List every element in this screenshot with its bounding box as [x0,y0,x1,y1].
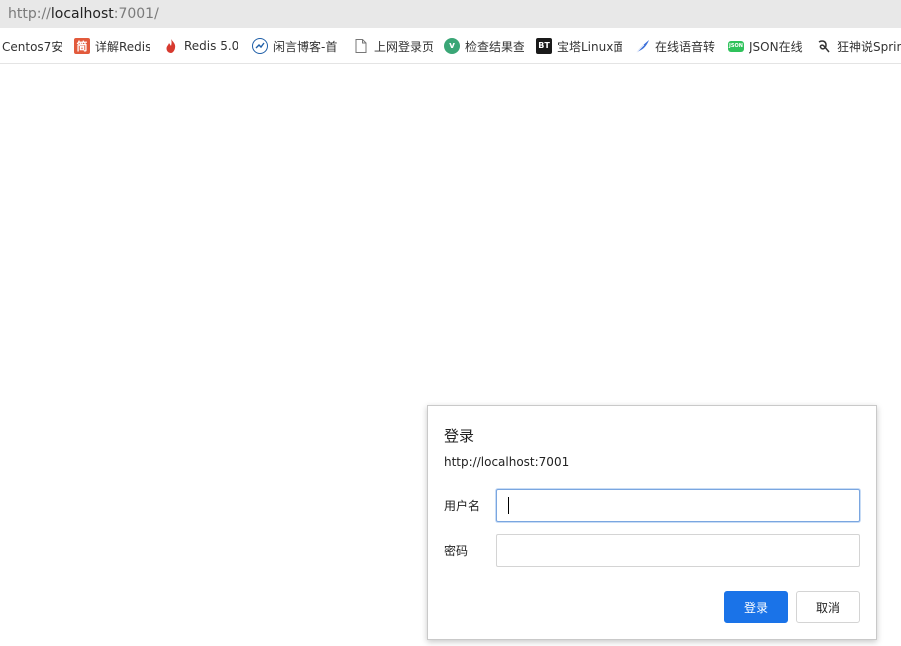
bookmark-json-online[interactable]: JSON JSON在线 [728,28,804,63]
bookmark-bt-linux[interactable]: BT 宝塔Linux面 [536,28,622,63]
login-button[interactable]: 登录 [724,591,788,623]
bookmark-label: Centos7安 [2,39,62,54]
bookmark-redis-detail[interactable]: 简 详解Redis [74,28,150,63]
jian-icon: 简 [74,38,90,54]
bookmark-label: 上网登录页 [374,39,433,54]
url-suffix: :7001/ [113,6,159,22]
bookmark-check-result[interactable]: v 检查结果查 [444,28,524,63]
dialog-origin-url: http://localhost:7001 [444,455,570,469]
bookmark-redis-5[interactable]: Redis 5.0 [163,28,238,63]
text-caret [508,497,509,514]
bookmark-label: JSON在线 [749,39,803,54]
password-input[interactable] [496,534,860,567]
url-host: localhost [50,6,114,22]
url-prefix: http:// [8,6,51,22]
username-input[interactable] [496,489,860,522]
dialog-title: 登录 [444,427,475,445]
bookmark-label: 检查结果查 [465,39,524,54]
kuang-icon [816,38,832,54]
login-dialog: 登录 http://localhost:7001 用户名 密码 登录 取消 [427,405,877,640]
v-icon: v [444,38,460,54]
bookmark-label: 在线语音转 [655,39,716,54]
bookmark-blog[interactable]: 闲言博客-首 [252,28,338,63]
bt-icon: BT [536,38,552,54]
bookmark-login-page[interactable]: 上网登录页 [353,28,433,63]
redis-flame-icon [163,38,179,54]
bookmark-label: Redis 5.0 [184,39,238,53]
bookmark-centos7[interactable]: Centos7安 [2,28,62,63]
json-icon: JSON [728,40,744,52]
blog-icon [252,38,268,54]
feather-icon [634,38,650,54]
username-label: 用户名 [444,499,481,513]
bookmark-label: 详解Redis [95,39,150,54]
bookmark-label: 宝塔Linux面 [557,39,622,54]
bookmark-voice-convert[interactable]: 在线语音转 [634,28,716,63]
bookmark-label: 闲言博客-首 [273,39,338,54]
bookmarks-bar: Centos7安 简 详解Redis Redis 5.0 闲言博客-首 上网登录… [0,28,901,64]
password-label: 密码 [444,544,469,558]
browser-viewport: http://localhost:7001/ Centos7安 简 详解Redi… [0,0,901,646]
cancel-button[interactable]: 取消 [796,591,860,623]
page-icon [353,38,369,54]
address-url[interactable]: http://localhost:7001/ [8,6,159,22]
bookmark-kuangshen-spring[interactable]: 狂神说Sprin [816,28,901,63]
bookmark-label: 狂神说Sprin [837,39,901,54]
address-bar[interactable]: http://localhost:7001/ [0,0,901,28]
